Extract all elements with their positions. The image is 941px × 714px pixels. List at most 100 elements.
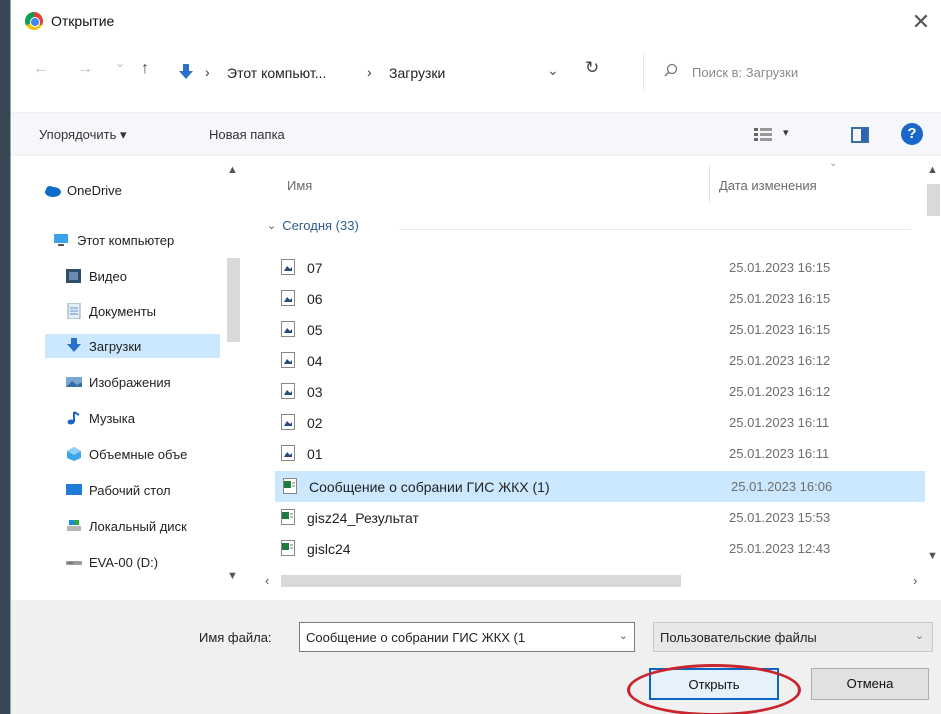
- file-row[interactable]: 04 25.01.2023 16:12: [273, 345, 923, 376]
- address-bar[interactable]: › Этот компьют... › Загрузки ⌄: [171, 56, 571, 88]
- column-header-name[interactable]: Имя: [287, 178, 312, 193]
- view-options-dropdown[interactable]: ▾: [783, 126, 789, 139]
- organize-button[interactable]: Упорядочить ▾: [39, 127, 127, 143]
- file-row[interactable]: 05 25.01.2023 16:15: [273, 314, 923, 345]
- preview-pane-icon[interactable]: [851, 127, 869, 143]
- forward-button[interactable]: →: [77, 60, 93, 78]
- nav-item-label: Изображения: [89, 374, 171, 390]
- file-row[interactable]: Сообщение о собрании ГИС ЖКХ (1) 25.01.2…: [275, 471, 925, 502]
- file-list: ⌄ Имя Дата изменения ⌄ Сегодня (33) 07 2…: [253, 158, 941, 590]
- file-row[interactable]: gislc24 25.01.2023 12:43: [273, 533, 923, 564]
- filetype-select[interactable]: Пользовательские файлы ⌄: [653, 622, 933, 652]
- breadcrumb-separator: ›: [367, 64, 372, 80]
- breadcrumb-this-pc[interactable]: Этот компьют...: [227, 65, 326, 81]
- 3d-objects-icon: [67, 447, 81, 461]
- scroll-left-icon[interactable]: ‹: [265, 573, 269, 588]
- filename-combobox[interactable]: Сообщение о собрании ГИС ЖКХ (1 ⌄: [299, 622, 635, 652]
- file-row[interactable]: 02 25.01.2023 16:11: [273, 407, 923, 438]
- scroll-right-icon[interactable]: ›: [913, 573, 917, 588]
- chevron-down-icon[interactable]: ⌄: [619, 629, 628, 642]
- window-title: Открытие: [51, 13, 115, 29]
- scroll-thumb[interactable]: [281, 575, 681, 587]
- filename-input[interactable]: Сообщение о собрании ГИС ЖКХ (1: [306, 630, 606, 645]
- chevron-down-icon: ⌄: [267, 220, 277, 232]
- nav-item-label: Этот компьютер: [77, 232, 175, 248]
- nav-item-drive-d[interactable]: EVA-00 (D:): [65, 550, 240, 574]
- nav-item-label: Загрузки: [89, 338, 142, 354]
- scroll-up-icon[interactable]: ▲: [227, 164, 238, 176]
- breadcrumb-downloads[interactable]: Загрузки: [389, 65, 445, 81]
- cancel-button[interactable]: Отмена: [811, 668, 929, 700]
- chevron-down-icon[interactable]: ⌄: [915, 629, 924, 642]
- scroll-up-icon[interactable]: ▲: [927, 164, 938, 176]
- navigation-pane: OneDrive Этот компьютер Видео Документы …: [11, 160, 253, 590]
- scroll-thumb[interactable]: [927, 184, 940, 216]
- search-input[interactable]: [692, 62, 922, 82]
- column-header-date[interactable]: Дата изменения: [719, 178, 817, 193]
- music-icon: [67, 411, 80, 425]
- group-label: Сегодня (33): [282, 218, 359, 233]
- cloud-icon: [45, 186, 61, 197]
- file-date: 25.01.2023 16:06: [731, 479, 833, 494]
- nav-item-desktop[interactable]: Рабочий стол: [65, 478, 240, 502]
- scroll-down-icon[interactable]: ▼: [927, 550, 938, 562]
- annotation-highlight-ring: [627, 664, 801, 714]
- search-icon: [664, 63, 678, 77]
- nav-item-video[interactable]: Видео: [65, 264, 240, 288]
- nav-item-label: Видео: [89, 268, 127, 284]
- nav-item-documents[interactable]: Документы: [65, 299, 240, 323]
- new-folder-button[interactable]: Новая папка: [209, 127, 285, 142]
- recent-locations-button[interactable]: ⌄: [115, 56, 125, 70]
- group-header-today[interactable]: ⌄ Сегодня (33): [267, 218, 359, 233]
- nav-item-local-disk[interactable]: Локальный диск: [65, 514, 230, 538]
- group-divider: [399, 229, 911, 230]
- nav-item-downloads[interactable]: Загрузки: [45, 334, 220, 358]
- image-file-icon: [281, 445, 295, 461]
- file-date: 25.01.2023 16:11: [729, 446, 830, 461]
- excel-file-icon: [281, 540, 295, 556]
- column-separator[interactable]: [709, 166, 710, 202]
- refresh-button[interactable]: ↻: [585, 58, 599, 78]
- file-date: 25.01.2023 16:12: [729, 353, 831, 368]
- file-row[interactable]: 06 25.01.2023 16:15: [273, 283, 923, 314]
- help-icon[interactable]: ?: [901, 123, 923, 145]
- nav-item-music[interactable]: Музыка: [65, 406, 240, 430]
- view-options-icon[interactable]: [754, 127, 772, 143]
- file-date: 25.01.2023 16:15: [729, 291, 831, 306]
- file-list-horizontal-scrollbar[interactable]: ‹ ›: [265, 572, 925, 590]
- file-date: 25.01.2023 12:43: [729, 541, 831, 556]
- nav-item-label: OneDrive: [67, 182, 122, 198]
- filetype-value: Пользовательские файлы: [660, 630, 817, 645]
- close-button[interactable]: ✕: [906, 8, 936, 38]
- sort-caret-icon: ⌄: [829, 158, 838, 169]
- video-icon: [66, 269, 81, 283]
- nav-item-onedrive[interactable]: OneDrive: [43, 178, 218, 202]
- nav-item-3d-objects[interactable]: Объемные объе: [65, 442, 230, 466]
- up-button[interactable]: ↑: [141, 60, 149, 78]
- file-name: 02: [307, 415, 323, 431]
- file-row[interactable]: 03 25.01.2023 16:12: [273, 376, 923, 407]
- file-name: gislc24: [307, 541, 351, 557]
- nav-item-images[interactable]: Изображения: [65, 370, 240, 394]
- nav-item-label: Документы: [89, 303, 157, 319]
- nav-scrollbar[interactable]: ▲ ▼: [225, 160, 243, 590]
- scroll-down-icon[interactable]: ▼: [227, 570, 238, 582]
- file-row[interactable]: 07 25.01.2023 16:15: [273, 252, 923, 283]
- file-date: 25.01.2023 15:53: [729, 510, 831, 525]
- dialog-footer: Имя файла: Сообщение о собрании ГИС ЖКХ …: [11, 600, 941, 714]
- file-row[interactable]: gisz24_Результат 25.01.2023 15:53: [273, 502, 923, 533]
- desktop-icon: [66, 484, 82, 495]
- file-name: gisz24_Результат: [307, 510, 419, 526]
- scroll-thumb[interactable]: [227, 258, 240, 342]
- nav-item-this-pc[interactable]: Этот компьютер: [53, 228, 228, 252]
- file-date: 25.01.2023 16:12: [729, 384, 831, 399]
- command-toolbar: Упорядочить ▾ Новая папка ▾ ?: [11, 112, 941, 156]
- nav-item-label: EVA-00 (D:): [89, 554, 159, 570]
- download-folder-icon: [179, 64, 193, 79]
- address-dropdown-button[interactable]: ⌄: [547, 62, 559, 79]
- file-row[interactable]: 01 25.01.2023 16:11: [273, 438, 923, 469]
- excel-file-icon: [281, 509, 295, 525]
- image-file-icon: [281, 383, 295, 399]
- file-list-vertical-scrollbar[interactable]: ▲ ▼: [924, 160, 941, 572]
- back-button[interactable]: ←: [33, 60, 49, 78]
